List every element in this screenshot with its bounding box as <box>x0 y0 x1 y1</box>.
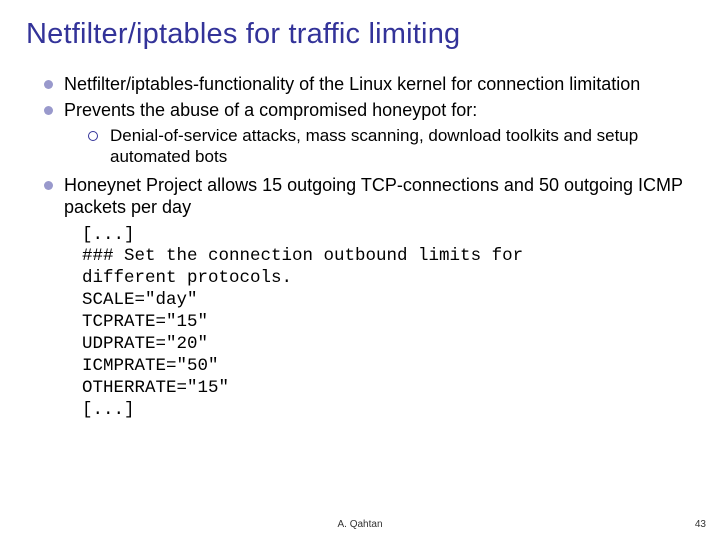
slide: Netfilter/iptables for traffic limiting … <box>0 0 720 421</box>
bullet-list-level1: Netfilter/iptables-functionality of the … <box>44 73 694 219</box>
bullet-text: Netfilter/iptables-functionality of the … <box>64 74 640 94</box>
slide-title: Netfilter/iptables for traffic limiting <box>26 18 694 51</box>
bullet-subitem: Denial-of-service attacks, mass scanning… <box>88 125 694 168</box>
code-block: [...] ### Set the connection outbound li… <box>82 225 694 422</box>
bullet-text: Prevents the abuse of a compromised hone… <box>64 100 477 120</box>
bullet-text: Honeynet Project allows 15 outgoing TCP-… <box>64 175 683 218</box>
footer-author: A. Qahtan <box>0 519 720 530</box>
bullet-item: Netfilter/iptables-functionality of the … <box>44 73 694 96</box>
bullet-item: Prevents the abuse of a compromised hone… <box>44 99 694 168</box>
bullet-list-level2: Denial-of-service attacks, mass scanning… <box>88 125 694 168</box>
bullet-item: Honeynet Project allows 15 outgoing TCP-… <box>44 174 694 219</box>
footer-page-number: 43 <box>695 519 706 530</box>
bullet-subtext: Denial-of-service attacks, mass scanning… <box>110 126 638 166</box>
